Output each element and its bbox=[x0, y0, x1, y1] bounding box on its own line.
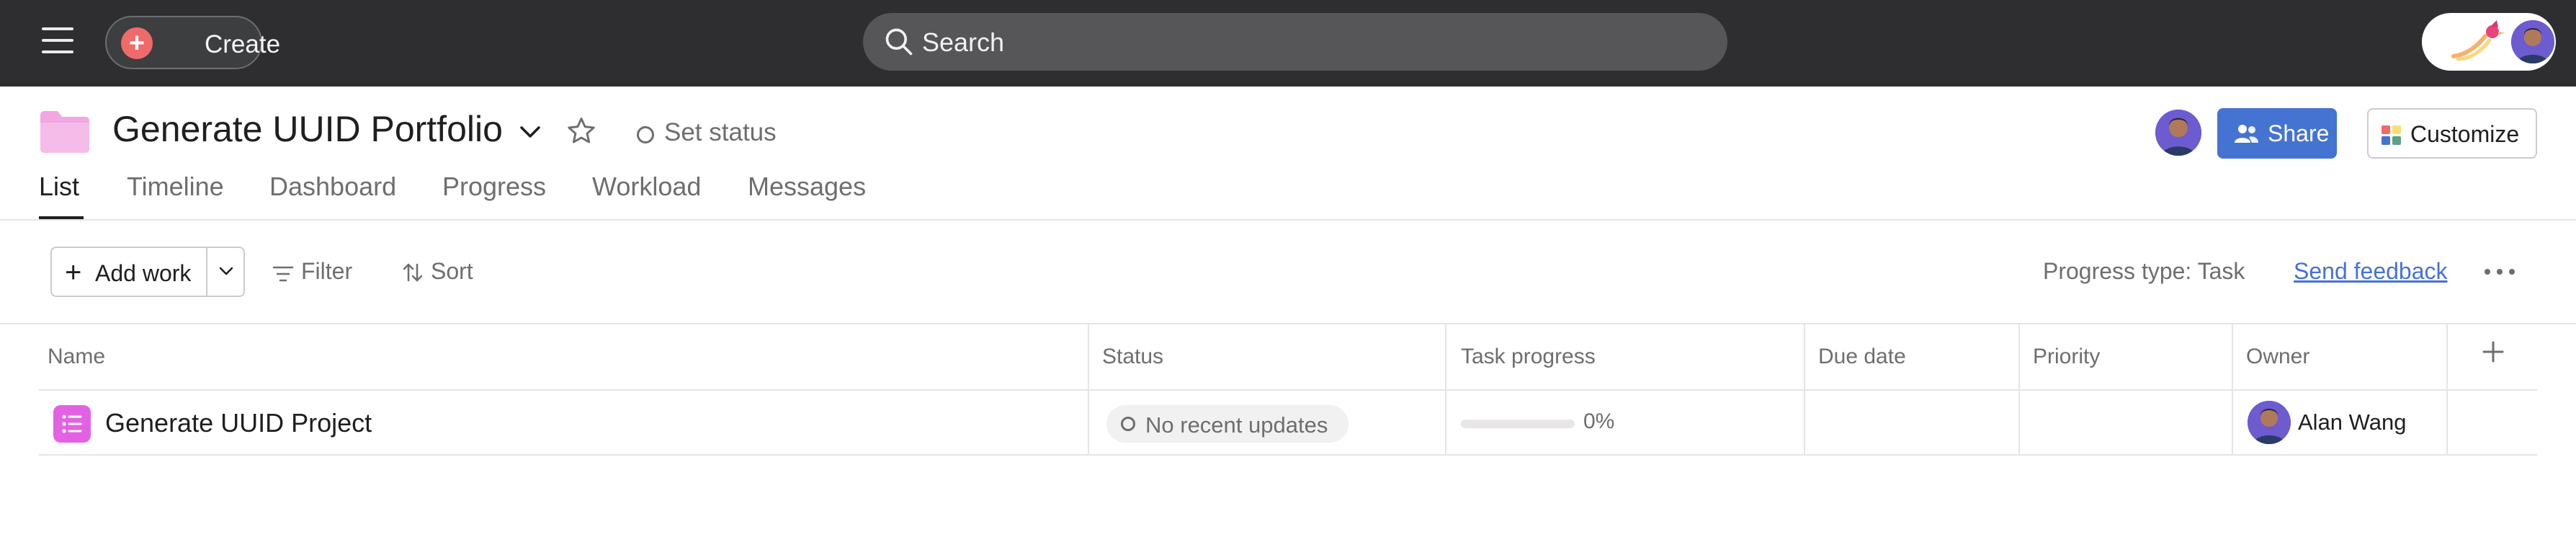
status-circle-icon bbox=[637, 126, 654, 143]
column-divider bbox=[1804, 323, 1805, 454]
column-header-owner[interactable]: Owner bbox=[2246, 345, 2309, 369]
sort-icon bbox=[403, 263, 423, 282]
star-icon[interactable] bbox=[565, 115, 598, 147]
bird-icon bbox=[2451, 20, 2505, 61]
search-bar[interactable]: Search bbox=[863, 13, 1727, 71]
user-avatar[interactable] bbox=[2511, 20, 2554, 63]
filter-button[interactable]: Filter bbox=[272, 258, 352, 285]
column-header-task-progress[interactable]: Task progress bbox=[1461, 345, 1596, 369]
owner-name[interactable]: Alan Wang bbox=[2298, 409, 2407, 435]
progress-type-selector[interactable]: Progress type: Task bbox=[2043, 258, 2245, 285]
more-horizontal-icon[interactable] bbox=[2484, 268, 2515, 275]
tab-timeline[interactable]: Timeline bbox=[127, 172, 224, 202]
chevron-down-icon[interactable] bbox=[218, 264, 235, 278]
hamburger-icon[interactable] bbox=[42, 27, 73, 53]
filter-label: Filter bbox=[301, 258, 353, 284]
set-status-button[interactable]: Set status bbox=[637, 118, 777, 147]
column-divider bbox=[1088, 323, 1089, 454]
task-progress-value: 0% bbox=[1583, 409, 1615, 433]
tab-messages[interactable]: Messages bbox=[748, 172, 866, 202]
filter-icon bbox=[272, 266, 294, 282]
status-badge[interactable]: No recent updates bbox=[1106, 405, 1349, 443]
search-placeholder: Search bbox=[922, 27, 1005, 57]
grid-icon bbox=[2382, 125, 2402, 146]
button-separator bbox=[206, 248, 207, 296]
status-circle-icon bbox=[1121, 417, 1135, 431]
owner-avatar[interactable] bbox=[2248, 401, 2291, 444]
folder-icon bbox=[40, 111, 89, 153]
tab-progress[interactable]: Progress bbox=[442, 172, 546, 202]
plus-circle-icon: + bbox=[121, 27, 153, 59]
tab-dashboard[interactable]: Dashboard bbox=[269, 172, 396, 202]
column-header-name[interactable]: Name bbox=[48, 345, 105, 369]
plus-icon bbox=[2482, 341, 2504, 363]
task-progress-bar bbox=[1461, 420, 1575, 428]
top-navigation-bar: + Create Search bbox=[0, 0, 2576, 87]
create-label: Create bbox=[205, 30, 281, 58]
send-feedback-link[interactable]: Send feedback bbox=[2294, 258, 2448, 285]
header-divider bbox=[0, 219, 2576, 221]
customize-label: Customize bbox=[2410, 121, 2520, 147]
tab-workload[interactable]: Workload bbox=[592, 172, 701, 202]
share-label: Share bbox=[2268, 120, 2330, 146]
add-column-button[interactable] bbox=[2481, 336, 2505, 372]
project-name[interactable]: Generate UUID Project bbox=[105, 408, 372, 438]
share-button[interactable]: Share bbox=[2217, 108, 2337, 159]
search-icon bbox=[885, 28, 913, 56]
set-status-label: Set status bbox=[664, 118, 777, 146]
sort-button[interactable]: Sort bbox=[402, 258, 473, 285]
profile-pill[interactable] bbox=[2422, 13, 2556, 71]
header-row-border bbox=[39, 389, 2537, 391]
column-header-status[interactable]: Status bbox=[1102, 345, 1163, 369]
column-divider bbox=[2446, 323, 2448, 454]
chevron-down-icon[interactable] bbox=[517, 121, 543, 143]
add-work-label: Add work bbox=[95, 260, 192, 286]
column-header-priority[interactable]: Priority bbox=[2033, 345, 2100, 369]
column-divider bbox=[2232, 323, 2233, 454]
column-divider bbox=[2018, 323, 2020, 454]
row-border bbox=[39, 454, 2537, 456]
tab-list[interactable]: List bbox=[39, 172, 79, 202]
create-button[interactable]: + Create bbox=[105, 16, 280, 69]
plus-icon: + bbox=[65, 257, 82, 288]
sort-label: Sort bbox=[431, 258, 473, 284]
customize-button[interactable]: Customize bbox=[2367, 108, 2537, 159]
people-icon bbox=[2235, 125, 2258, 143]
table-top-border bbox=[0, 323, 2576, 324]
member-avatar[interactable] bbox=[2155, 110, 2201, 156]
add-work-button[interactable]: + Add work bbox=[50, 247, 245, 297]
list-icon bbox=[53, 405, 91, 443]
status-label: No recent updates bbox=[1145, 412, 1328, 438]
column-divider bbox=[1445, 323, 1446, 454]
column-header-due-date[interactable]: Due date bbox=[1818, 345, 1906, 369]
portfolio-title[interactable]: Generate UUID Portfolio bbox=[112, 108, 503, 150]
